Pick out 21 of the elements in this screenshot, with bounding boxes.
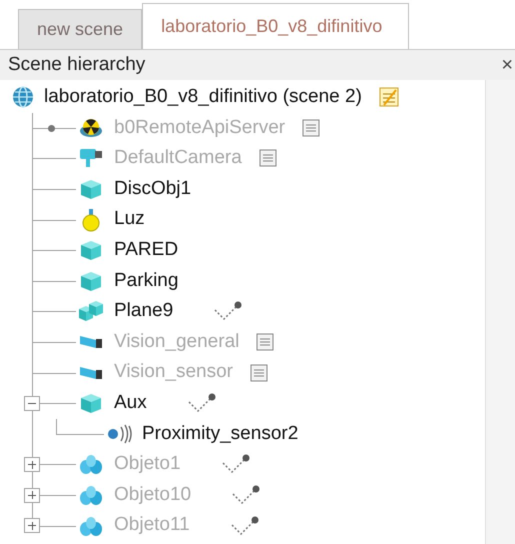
tree-item-label[interactable]: PARED xyxy=(114,236,178,265)
scene-tab[interactable]: new scene xyxy=(18,9,142,49)
cubes-icon xyxy=(78,299,104,324)
collapse-toggle[interactable] xyxy=(24,396,40,411)
tree-item-label[interactable]: Parking xyxy=(114,266,178,296)
blobs-icon xyxy=(78,452,104,476)
script-icon[interactable] xyxy=(378,86,400,108)
tree-item-label[interactable]: Aux xyxy=(114,388,147,418)
globe-icon xyxy=(10,85,36,110)
scene-label[interactable]: laboratorio_B0_v8_difinitivo (scene 2) xyxy=(44,83,362,112)
cube-icon xyxy=(78,177,104,202)
tree-item-label[interactable]: Luz xyxy=(114,205,145,234)
tree-item-label[interactable]: Plane9 xyxy=(114,297,174,326)
tree-item-label[interactable]: DiscObj1 xyxy=(114,174,192,204)
cube-icon xyxy=(78,391,104,416)
close-button[interactable]: × xyxy=(501,55,513,75)
cube-icon xyxy=(78,238,104,262)
tree-item-label[interactable]: Proximity_sensor2 xyxy=(142,420,298,448)
blobs-icon xyxy=(78,483,104,508)
panel-title: Scene hierarchy xyxy=(8,52,146,77)
scene-tab[interactable]: laboratorio_B0_v8_difinitivo xyxy=(142,3,410,49)
